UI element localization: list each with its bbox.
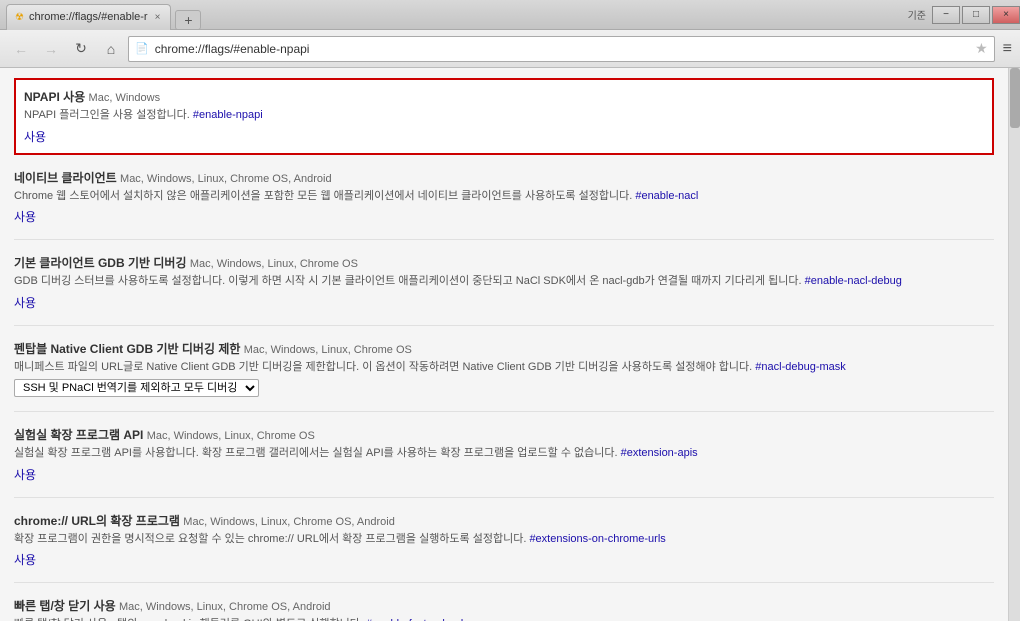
flag-desc-nacl-debug: GDB 디버깅 스터브를 사용하도록 설정합니다. 이렇게 하면 시작 시 기본…: [14, 273, 994, 290]
flag-desc-link-extensions-on-chrome-urls[interactable]: #extensions-on-chrome-urls: [529, 533, 665, 545]
flag-item-npapi: NPAPI 사용 Mac, Windows NPAPI 플러그인을 사용 설정합니…: [14, 78, 994, 155]
title-bar: ☢ chrome://flags/#enable-r × + 기준 − □ ×: [0, 0, 1020, 30]
flag-title-nacl-debug: 기본 클라이언트 GDB 기반 디버깅 Mac, Windows, Linux,…: [14, 254, 994, 271]
flag-desc-link-nacl-debug[interactable]: #enable-nacl-debug: [805, 275, 902, 287]
active-tab[interactable]: ☢ chrome://flags/#enable-r ×: [6, 4, 171, 30]
flag-platform-fast-unload: Mac, Windows, Linux, Chrome OS, Android: [119, 601, 331, 613]
flag-action-extension-apis[interactable]: 사용: [14, 466, 994, 483]
flag-title-nacl: 네이티브 클라이언트 Mac, Windows, Linux, Chrome O…: [14, 169, 994, 186]
flag-action-nacl-debug[interactable]: 사용: [14, 294, 994, 311]
flag-action-npapi[interactable]: 사용: [24, 128, 984, 145]
flag-desc-link-npapi[interactable]: #enable-npapi: [193, 109, 263, 121]
page-icon: 📄: [135, 42, 149, 55]
window-controls: 기준 − □ ×: [908, 6, 1020, 24]
flag-item-extensions-on-chrome-urls: chrome:// URL의 확장 프로그램 Mac, Windows, Lin…: [14, 512, 994, 584]
flag-title-nacl-debug-mask: 펜탑블 Native Client GDB 기반 디버깅 제한 Mac, Win…: [14, 340, 994, 357]
content-wrap: NPAPI 사용 Mac, Windows NPAPI 플러그인을 사용 설정합니…: [0, 68, 1020, 621]
forward-button[interactable]: →: [38, 36, 64, 62]
scrollbar[interactable]: [1008, 68, 1020, 621]
flag-platform-nacl-debug: Mac, Windows, Linux, Chrome OS: [190, 258, 358, 270]
flag-item-extension-apis: 실험실 확장 프로그램 API Mac, Windows, Linux, Chr…: [14, 426, 994, 498]
tab-strip: ☢ chrome://flags/#enable-r × +: [6, 0, 201, 30]
bookmark-star-button[interactable]: ★: [975, 40, 988, 57]
flag-title-fast-unload: 빠른 탭/창 닫기 사용 Mac, Windows, Linux, Chrome…: [14, 597, 994, 614]
flag-desc-link-nacl[interactable]: #enable-nacl: [635, 190, 698, 202]
tab-label: chrome://flags/#enable-r: [29, 11, 148, 23]
flag-platform-npapi: Mac, Windows: [89, 92, 161, 104]
flag-item-nacl-debug: 기본 클라이언트 GDB 기반 디버깅 Mac, Windows, Linux,…: [14, 254, 994, 326]
close-button[interactable]: ×: [992, 6, 1020, 24]
new-tab-button[interactable]: +: [175, 10, 201, 30]
home-button[interactable]: ⌂: [98, 36, 124, 62]
flags-content: NPAPI 사용 Mac, Windows NPAPI 플러그인을 사용 설정합니…: [0, 68, 1008, 621]
tab-close-button[interactable]: ×: [153, 10, 163, 25]
reload-button[interactable]: ↻: [68, 36, 94, 62]
flag-desc-link-extension-apis[interactable]: #extension-apis: [621, 447, 698, 459]
flag-select-nacl-debug-mask[interactable]: SSH 및 PNaCl 번역기를 제외하고 모두 디버깅모두 디버깅패턴과 일치…: [14, 379, 259, 397]
flag-action-nacl[interactable]: 사용: [14, 208, 994, 225]
nav-bar: ← → ↻ ⌂ 📄 ★ ≡: [0, 30, 1020, 68]
flag-platform-extensions-on-chrome-urls: Mac, Windows, Linux, Chrome OS, Android: [183, 516, 395, 528]
tab-icon: ☢: [15, 12, 24, 23]
flag-dropdown-wrap-nacl-debug-mask: SSH 및 PNaCl 번역기를 제외하고 모두 디버깅모두 디버깅패턴과 일치…: [14, 379, 994, 397]
flag-platform-nacl: Mac, Windows, Linux, Chrome OS, Android: [120, 173, 332, 185]
flag-title-npapi: NPAPI 사용 Mac, Windows: [24, 88, 984, 105]
scrollbar-thumb[interactable]: [1010, 68, 1020, 128]
flag-desc-extension-apis: 실험실 확장 프로그램 API를 사용합니다. 확장 프로그램 갤러리에서는 실…: [14, 445, 994, 462]
flag-title-extensions-on-chrome-urls: chrome:// URL의 확장 프로그램 Mac, Windows, Lin…: [14, 512, 994, 529]
flag-desc-nacl-debug-mask: 매니페스트 파일의 URL글로 Native Client GDB 기반 디버깅…: [14, 359, 994, 376]
flag-item-fast-unload: 빠른 탭/창 닫기 사용 Mac, Windows, Linux, Chrome…: [14, 597, 994, 621]
flag-platform-extension-apis: Mac, Windows, Linux, Chrome OS: [147, 430, 315, 442]
chrome-menu-button[interactable]: ≡: [1003, 40, 1012, 58]
flag-item-nacl: 네이티브 클라이언트 Mac, Windows, Linux, Chrome O…: [14, 169, 994, 241]
window-label: 기준: [908, 7, 926, 22]
flag-item-nacl-debug-mask: 펜탑블 Native Client GDB 기반 디버깅 제한 Mac, Win…: [14, 340, 994, 413]
flag-desc-extensions-on-chrome-urls: 확장 프로그램이 권한을 명시적으로 요청할 수 있는 chrome:// UR…: [14, 531, 994, 548]
flag-title-extension-apis: 실험실 확장 프로그램 API Mac, Windows, Linux, Chr…: [14, 426, 994, 443]
title-bar-left: ☢ chrome://flags/#enable-r × +: [6, 0, 201, 30]
minimize-button[interactable]: −: [932, 6, 960, 24]
flag-desc-npapi: NPAPI 플러그인을 사용 설정합니다. #enable-npapi: [24, 107, 984, 124]
address-input[interactable]: [155, 42, 969, 56]
address-bar[interactable]: 📄 ★: [128, 36, 995, 62]
flag-desc-nacl: Chrome 웹 스토어에서 설치하지 않은 애플리케이션을 포함한 모든 웹 …: [14, 188, 994, 205]
back-button[interactable]: ←: [8, 36, 34, 62]
flag-action-extensions-on-chrome-urls[interactable]: 사용: [14, 551, 994, 568]
flag-platform-nacl-debug-mask: Mac, Windows, Linux, Chrome OS: [244, 344, 412, 356]
flag-desc-link-nacl-debug-mask[interactable]: #nacl-debug-mask: [755, 361, 846, 373]
flag-desc-fast-unload: 빠른 탭/창 닫기 사용 - 탭의 onunload js 핸들러를 GUI와 …: [14, 616, 994, 621]
restore-button[interactable]: □: [962, 6, 990, 24]
